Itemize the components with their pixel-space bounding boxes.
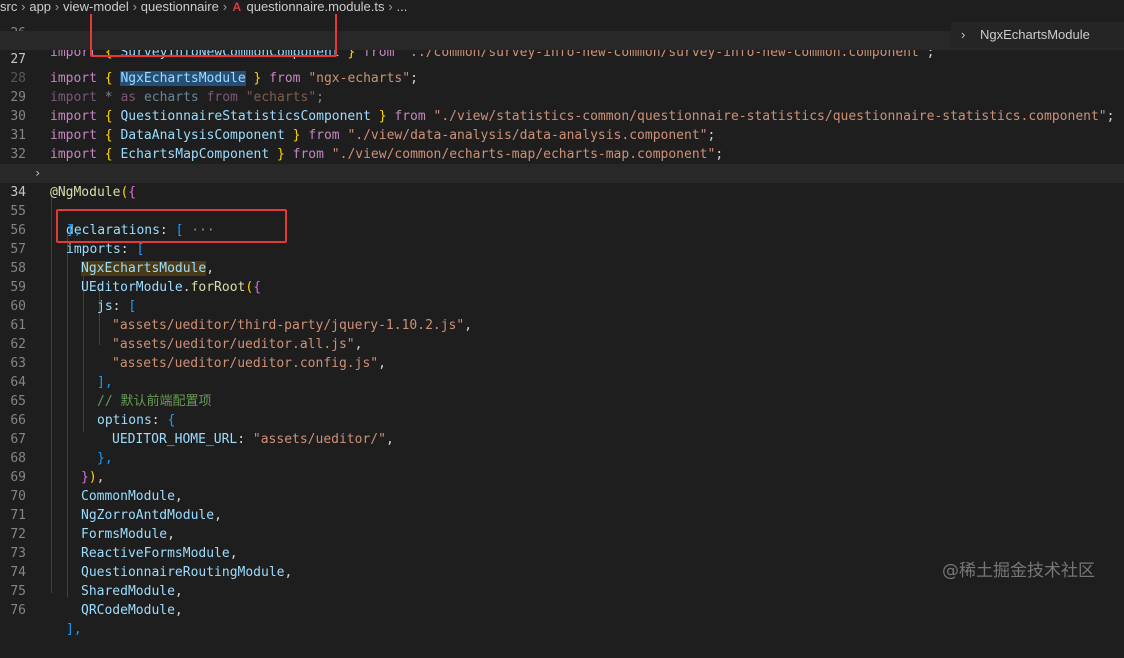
breadcrumb-item-more[interactable]: ... (397, 0, 408, 14)
angular-icon: A (232, 0, 242, 14)
chevron-right-icon: › (961, 27, 966, 42)
breadcrumb-item-src[interactable]: src (0, 0, 17, 14)
code-line: 76 ], (0, 582, 1124, 637)
peek-label: NgxEchartsModule (980, 27, 1090, 42)
code-line: 55 ], (0, 183, 1124, 238)
breadcrumb: src › app › view-model › questionnaire › A quest… (0, 0, 1124, 14)
highlight-box-import (90, 12, 337, 57)
chevron-right-icon: › (132, 0, 137, 14)
watermark: @稀土掘金技术社区 (942, 561, 1095, 581)
code-line: 31 import { EchartsMapComponent } from "… (0, 107, 1124, 162)
code-line: 30 import { DataAnalysisComponent } from… (0, 88, 1124, 143)
chevron-right-icon[interactable]: › (34, 164, 41, 183)
code-line: 63 ], (0, 335, 1124, 390)
code-line: 71 FormsModule, (0, 487, 1124, 542)
chevron-right-icon: › (54, 0, 60, 14)
chevron-right-icon: › (388, 0, 393, 14)
code-line: 65 options: { (0, 373, 1124, 428)
code-line: 32 (0, 126, 1124, 162)
code-line: 67 }, (0, 411, 1124, 466)
code-line: 61 "assets/ueditor/ueditor.all.js", (0, 297, 1124, 352)
code-editor[interactable]: 26 import { SurveyInfoNewCommonComponent… (0, 12, 1124, 637)
breadcrumb-item-app[interactable]: app (29, 0, 51, 14)
chevron-right-icon: › (21, 0, 26, 14)
code-line: 66 UEDITOR_HOME_URL: "assets/ueditor/", (0, 392, 1124, 447)
code-line: 70 NgZorroAntdModule, (0, 468, 1124, 523)
code-line: 69 CommonModule, (0, 449, 1124, 504)
identifier: QRCodeModule (81, 603, 175, 618)
breadcrumb-item-file[interactable]: questionnaire.module.ts (246, 0, 384, 14)
peek-widget[interactable]: › NgxEchartsModule (951, 22, 1124, 48)
breadcrumb-item-questionnaire[interactable]: questionnaire (141, 0, 219, 14)
code-line: 29 import { QuestionnaireStatisticsCompo… (0, 69, 1124, 124)
chevron-right-icon: › (222, 0, 228, 14)
code-line-folded: 34 › declarations: [ ··· (0, 164, 1124, 238)
punct: , (174, 603, 183, 618)
line-number: 76 (10, 603, 26, 618)
code-line: 72 ReactiveFormsModule, (0, 506, 1124, 561)
code-line: 59 js: [ (0, 259, 1124, 314)
punct: ], (66, 622, 82, 637)
code-line: 64 // 默认前端配置项 (0, 354, 1124, 409)
code-line: 60 "assets/ueditor/third-party/jquery-1.… (0, 278, 1124, 333)
code-line: 33 @NgModule({ (0, 145, 1124, 200)
highlight-box-imports-entry (56, 209, 287, 243)
code-line: 62 "assets/ueditor/ueditor.config.js", (0, 316, 1124, 371)
breadcrumb-item-view-model[interactable]: view-model (63, 0, 129, 14)
code-line: 73 QuestionnaireRoutingModule, (0, 525, 1124, 580)
code-line: 68 }), (0, 430, 1124, 485)
